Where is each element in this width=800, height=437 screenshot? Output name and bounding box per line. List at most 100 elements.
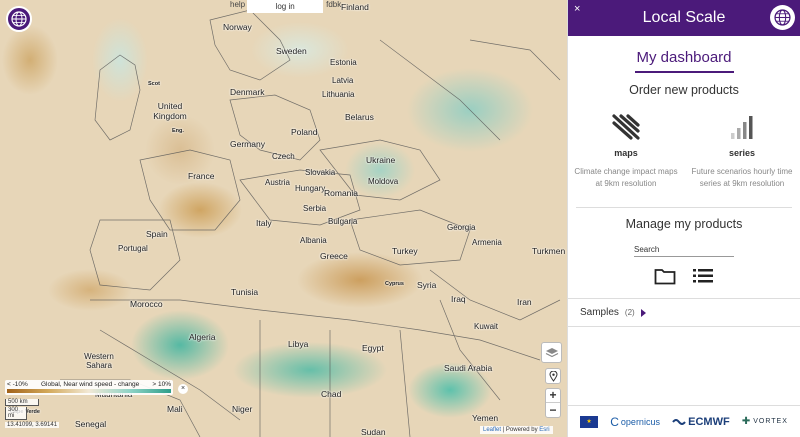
globe-icon [774, 9, 791, 26]
vortex-symbol-icon: ✚ [741, 416, 752, 427]
country-label: Yemen [472, 413, 499, 423]
legend-color-bar [7, 389, 171, 393]
legend-max-label: > 10% [152, 381, 171, 388]
country-label: Niger [232, 404, 253, 414]
legend-min-label: < -10% [7, 381, 28, 388]
copernicus-text: opernicus [620, 416, 660, 427]
country-label: Slovakia [305, 168, 336, 177]
country-label: Albania [300, 236, 327, 245]
scale-bar: 500 km 300 mi [5, 399, 39, 421]
panel-title: Local Scale [642, 9, 726, 26]
country-label: Estonia [330, 58, 357, 67]
copernicus-c-icon: C [610, 414, 619, 429]
series-bars-icon [731, 116, 753, 139]
maps-product-desc: Climate change impact maps at 9km resolu… [574, 167, 678, 188]
vortex-logo: ✚ VORTEX [742, 416, 788, 427]
divider [568, 298, 800, 299]
maps-icon [612, 114, 640, 140]
country-label: Latvia [332, 76, 354, 85]
country-label: Hungary [295, 184, 326, 193]
ecmwf-symbol-icon [672, 418, 686, 425]
my-dashboard-tab[interactable]: My dashboard [568, 49, 800, 66]
zoom-in-button[interactable]: + [546, 388, 560, 403]
product-options: maps Climate change impact maps at 9km r… [568, 113, 800, 190]
country-label: Libya [288, 339, 309, 349]
scale-mi: 300 mi [5, 407, 27, 420]
series-product-button[interactable]: series Future scenarios hourly time seri… [684, 113, 800, 190]
legend-close-button[interactable]: × [178, 384, 188, 394]
country-label: Western Sahara [84, 352, 114, 370]
country-label: Sweden [276, 46, 307, 56]
globe-icon [11, 11, 27, 27]
country-label: Saudi Arabia [444, 363, 493, 373]
country-label: Senegal [75, 419, 107, 429]
country-label: Czech [272, 152, 295, 161]
locate-button[interactable] [545, 368, 561, 384]
country-label: Bulgaria [328, 217, 358, 226]
legend-title: Global, Near wind speed - change [41, 381, 140, 388]
country-label: Chad [321, 389, 342, 399]
layers-icon [545, 347, 558, 357]
country-label: Turkey [392, 246, 418, 256]
country-label: Scot [148, 81, 160, 87]
country-label: Kuwait [474, 322, 499, 331]
divider [576, 207, 792, 208]
dashboard-underline [634, 71, 734, 73]
globe-menu-button[interactable] [6, 6, 32, 32]
list-icon [693, 269, 713, 283]
side-panel: × Local Scale My dashboard Order new pro… [567, 0, 800, 437]
location-pin-icon [548, 370, 558, 382]
country-label: Iran [517, 297, 532, 307]
climate-map[interactable]: Norway Finland Sweden Estonia Latvia Lit… [0, 0, 567, 437]
zoom-out-button[interactable]: − [546, 403, 560, 418]
map-attribution: Leaflet | Powered by Esri [480, 426, 553, 434]
country-label: Egypt [362, 343, 384, 353]
country-label: United Kingdom [153, 101, 187, 121]
country-label: Spain [146, 229, 168, 239]
folder-view-button[interactable] [654, 267, 676, 290]
country-label: Syria [417, 280, 437, 290]
scale-km: 500 km [5, 399, 39, 406]
country-label: Greece [320, 251, 348, 261]
country-label: Moldova [368, 177, 399, 186]
country-label: Mali [167, 404, 183, 414]
ecmwf-text: ECMWF [688, 415, 730, 428]
zoom-control: + − [545, 388, 561, 418]
country-label: Denmark [230, 87, 265, 97]
series-product-name: series [728, 148, 756, 158]
panel-globe-button[interactable] [770, 5, 795, 30]
country-label: Armenia [472, 238, 502, 247]
samples-folder[interactable]: Samples (2) [568, 307, 800, 318]
esri-link[interactable]: Esri [539, 427, 549, 433]
map-legend: < -10% Global, Near wind speed - change … [5, 380, 173, 395]
samples-label: Samples [580, 307, 619, 318]
vortex-text: VORTEX [753, 418, 788, 425]
order-heading: Order new products [629, 83, 739, 97]
country-label: Poland [291, 127, 318, 137]
leaflet-link[interactable]: Leaflet [483, 427, 501, 433]
login-button[interactable]: log in [247, 0, 324, 13]
maps-product-button[interactable]: maps Climate change impact maps at 9km r… [568, 113, 684, 190]
feedback-link[interactable]: fdbk [323, 0, 344, 13]
country-label: Tunisia [231, 287, 259, 297]
eu-flag-logo: ★ [580, 415, 599, 428]
country-label: Serbia [303, 204, 327, 213]
search-input[interactable]: Search [634, 245, 734, 257]
country-label: Finland [341, 2, 369, 12]
country-label: Eng. [172, 128, 184, 134]
country-label: Iraq [451, 294, 466, 304]
layers-button[interactable] [541, 342, 562, 363]
copernicus-logo: C opernicus [610, 415, 660, 429]
manage-heading: Manage my products [625, 217, 743, 231]
cursor-coordinates: 13.41099, 3.69141 [5, 422, 60, 428]
country-label: Portugal [118, 244, 148, 253]
list-view-button[interactable] [692, 267, 714, 290]
country-label: Turkmen [532, 246, 566, 256]
help-link[interactable]: help [228, 0, 247, 13]
country-label: Sudan [361, 427, 386, 437]
country-label: Austria [265, 178, 290, 187]
country-label: Algeria [189, 332, 216, 342]
country-label: Ukraine [366, 155, 396, 165]
country-label: Georgia [447, 223, 476, 232]
expand-arrow-icon[interactable] [640, 308, 646, 317]
